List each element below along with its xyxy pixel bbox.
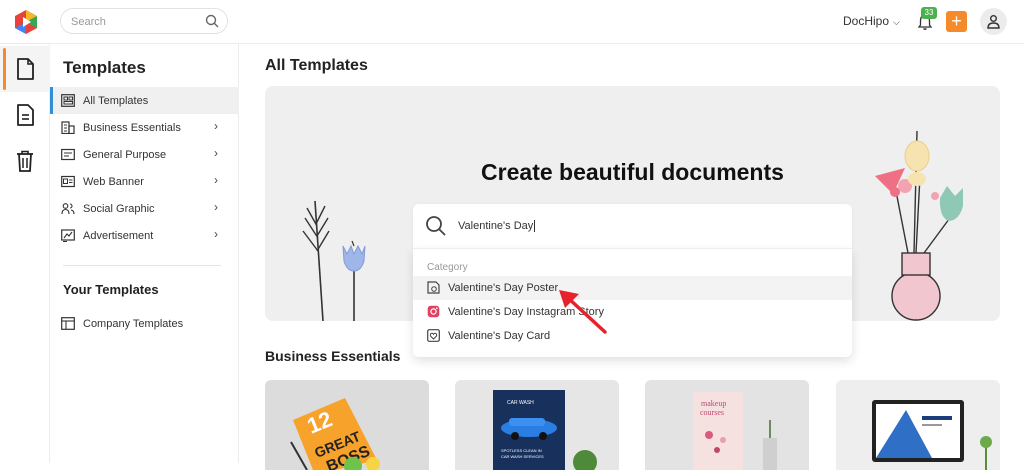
sidebar-item-label: Social Graphic <box>83 203 155 215</box>
svg-text:SPOTLESS CLEAN IN: SPOTLESS CLEAN IN <box>501 448 542 453</box>
megaphone-icon <box>61 229 75 242</box>
car-wash-thumbnail-icon: CAR WASH SPOTLESS CLEAN IN CAR WASH SERV… <box>455 380 619 470</box>
suggestion-valentines-day-poster[interactable]: Valentine's Day Poster <box>413 276 852 300</box>
rail-templates[interactable] <box>0 46 50 92</box>
svg-text:CAR WASH: CAR WASH <box>507 400 534 406</box>
hero-search-value: Valentine's Day <box>458 220 534 232</box>
template-card[interactable]: CAR WASH SPOTLESS CLEAN IN CAR WASH SERV… <box>455 380 619 470</box>
sidebar-item-label: Company Templates <box>83 318 184 330</box>
rail-trash[interactable] <box>0 138 50 184</box>
rail-documents[interactable] <box>0 92 50 138</box>
makeup-courses-thumbnail-icon: makeup courses <box>645 380 809 470</box>
poster-icon <box>427 281 440 294</box>
document-icon <box>17 58 34 80</box>
dochipo-logo-icon[interactable] <box>13 9 39 35</box>
svg-text:makeup: makeup <box>701 399 726 408</box>
page-title: All Templates <box>265 57 368 74</box>
dropdown-category-label: Category <box>427 262 468 273</box>
hero-title: Create beautiful documents <box>481 159 784 185</box>
your-templates-title: Your Templates <box>63 282 159 297</box>
layout-icon <box>61 317 75 330</box>
search-input[interactable] <box>71 13 201 31</box>
chevron-right-icon: › <box>214 227 218 241</box>
instagram-icon <box>427 305 440 318</box>
user-icon <box>987 15 1000 29</box>
template-card[interactable]: 12 GREAT BOSS <box>265 380 429 470</box>
top-bar: DocHipo⌵ 33 + <box>0 0 1024 44</box>
sidebar-item-all-templates[interactable]: All Templates <box>50 87 239 114</box>
chevron-right-icon: › <box>214 119 218 133</box>
section-title-business-essentials: Business Essentials <box>265 348 401 364</box>
chevron-right-icon: › <box>214 173 218 187</box>
flyer-thumbnail-icon: 12 GREAT BOSS <box>265 380 429 470</box>
trash-icon <box>17 150 33 172</box>
card-icon <box>427 329 440 342</box>
people-icon <box>61 203 75 215</box>
svg-text:courses: courses <box>700 408 724 417</box>
create-button[interactable]: + <box>946 11 967 32</box>
grid-icon <box>61 94 75 107</box>
id-card-icon <box>61 148 75 161</box>
sidebar-item-social-graphic[interactable]: Social Graphic › <box>50 195 239 222</box>
suggestion-valentines-day-card[interactable]: Valentine's Day Card <box>413 324 852 348</box>
building-icon <box>61 121 75 134</box>
sidebar-title: Templates <box>63 58 146 77</box>
laptop-thumbnail-icon <box>836 380 1000 470</box>
user-avatar-button[interactable] <box>980 8 1007 35</box>
hero-search-input[interactable]: Valentine's Day <box>458 220 536 233</box>
sidebar-item-label: General Purpose <box>83 149 167 161</box>
search-icon <box>426 216 446 236</box>
chevron-right-icon: › <box>214 146 218 160</box>
svg-text:CAR WASH SERVICES: CAR WASH SERVICES <box>501 454 544 459</box>
template-card[interactable] <box>836 380 1000 470</box>
sidebar-item-label: All Templates <box>83 95 149 107</box>
sidebar-item-general-purpose[interactable]: General Purpose › <box>50 141 239 168</box>
sidebar-item-label: Business Essentials <box>83 122 181 134</box>
banner-icon <box>61 175 75 188</box>
search-suggestions-dropdown: Category Valentine's Day Poster Valentin… <box>413 248 852 357</box>
template-card[interactable]: makeup courses <box>645 380 809 470</box>
templates-sidebar: Templates All Templates Business Essenti… <box>50 44 239 463</box>
red-arrow-icon <box>559 290 607 334</box>
notification-badge: 33 <box>921 7 937 19</box>
account-menu[interactable]: DocHipo ⌵ <box>843 14 900 28</box>
search-icon[interactable] <box>205 14 219 28</box>
sidebar-item-label: Web Banner <box>83 176 144 188</box>
file-text-icon <box>17 104 34 126</box>
search-box[interactable] <box>60 8 228 34</box>
sidebar-item-business-essentials[interactable]: Business Essentials › <box>50 114 239 141</box>
sidebar-item-label: Advertisement <box>83 230 154 242</box>
sidebar-item-web-banner[interactable]: Web Banner › <box>50 168 239 195</box>
sidebar-item-company-templates[interactable]: Company Templates <box>50 310 239 337</box>
sidebar-divider <box>63 265 221 266</box>
suggestion-label: Valentine's Day Poster <box>448 282 559 294</box>
account-label: DocHipo <box>843 14 890 28</box>
text-caret <box>534 220 536 233</box>
chevron-right-icon: › <box>214 200 218 214</box>
suggestion-label: Valentine's Day Card <box>448 330 551 342</box>
sidebar-item-advertisement[interactable]: Advertisement › <box>50 222 239 249</box>
suggestion-valentines-day-instagram-story[interactable]: Valentine's Day Instagram Story <box>413 300 852 324</box>
chevron-down-icon: ⌵ <box>893 17 900 27</box>
left-rail <box>0 44 50 463</box>
hero-search-box[interactable]: Valentine's Day <box>413 204 852 248</box>
